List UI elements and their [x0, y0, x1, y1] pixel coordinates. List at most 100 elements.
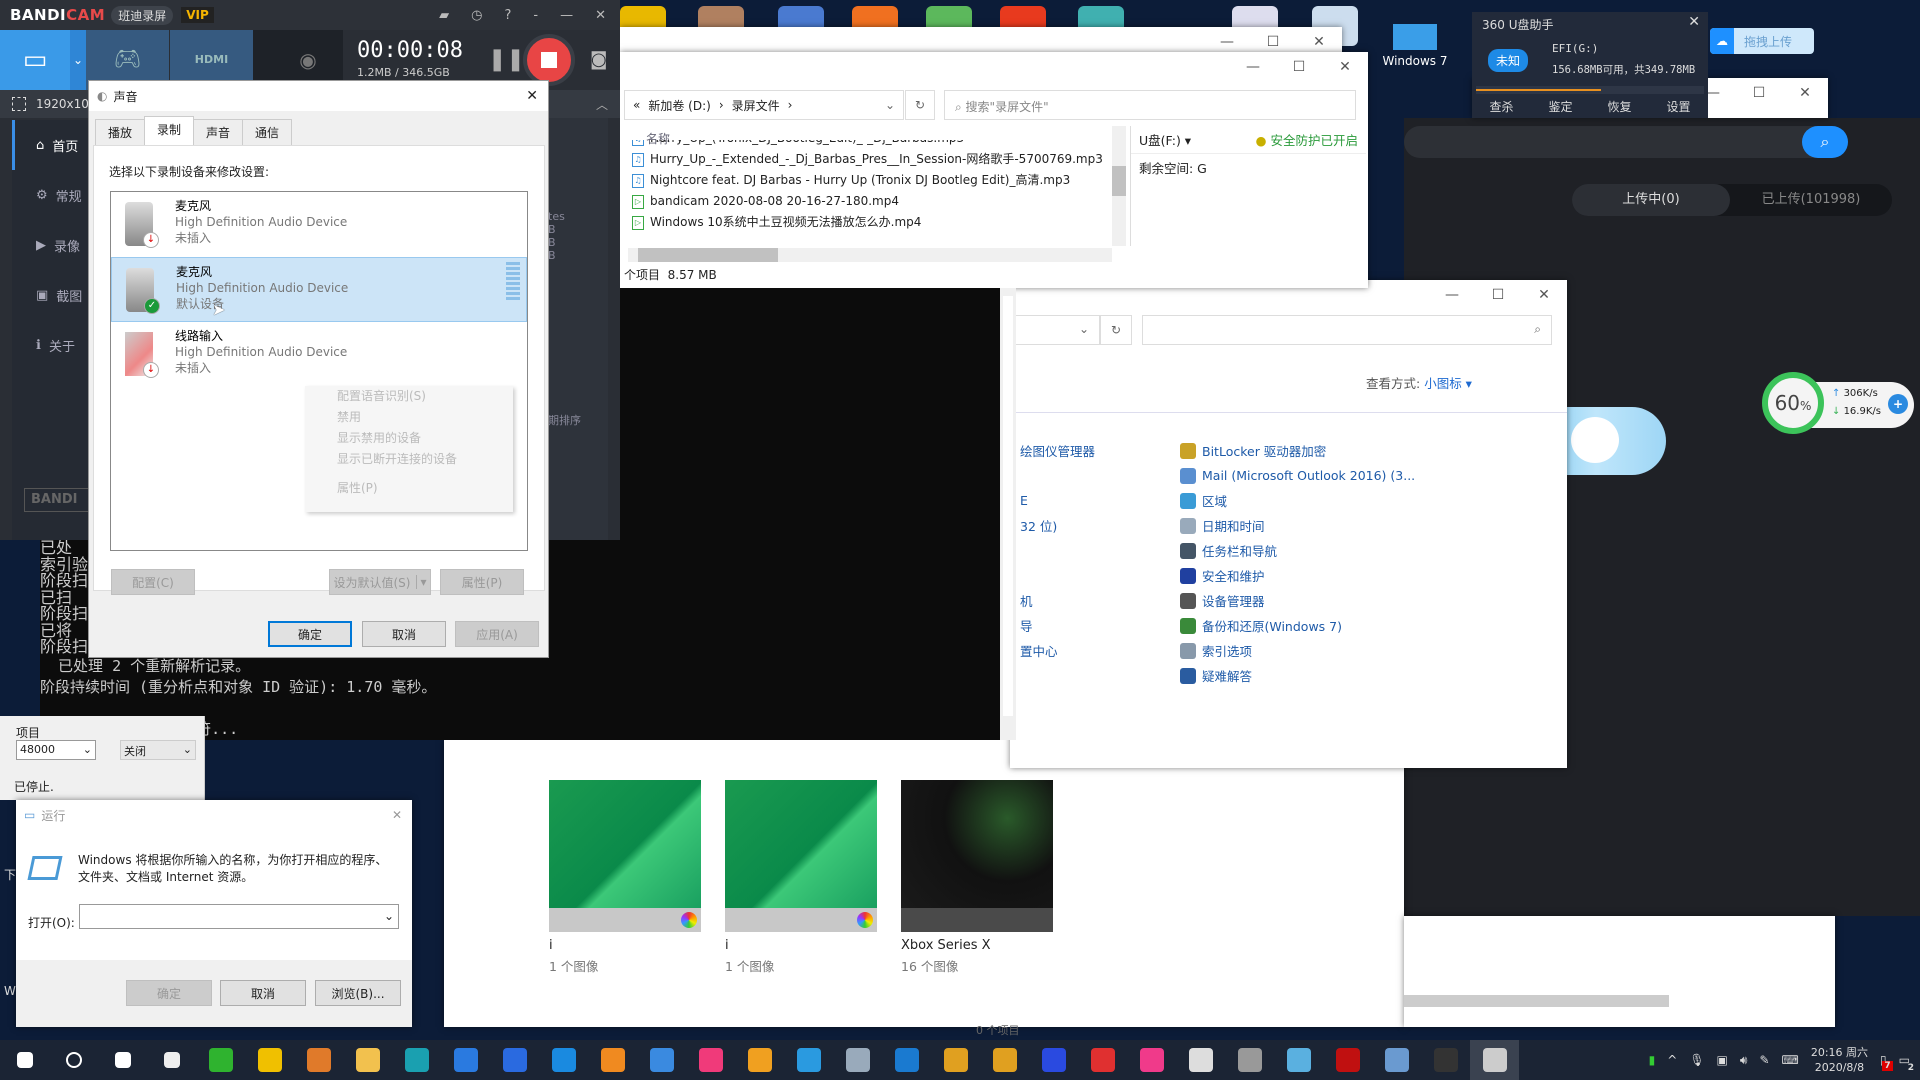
taskbar-app-yk[interactable]	[735, 1040, 784, 1080]
taskbar-app-cloud[interactable]	[637, 1040, 686, 1080]
explorer-search[interactable]: ⌕ 搜索"录屏文件"	[944, 90, 1356, 120]
volume-icon[interactable]: 🔊︎	[1740, 1053, 1748, 1068]
file-row[interactable]: ▷ bandicam 2020-08-08 20-16-27-180.mp4	[620, 191, 1110, 212]
control-panel-item-partial[interactable]: 导	[1020, 613, 1095, 638]
taskbar-file-explorer[interactable]	[343, 1040, 392, 1080]
file-row[interactable]: ♫ Hurry_Up_(Tronix_DJ_Bootleg_Edit)_-_Dj_…	[620, 140, 1110, 149]
speed-widget[interactable]: 60% ↑ 306K/s ↓ 16.9K/s +	[1762, 372, 1914, 434]
plus-icon[interactable]: +	[1888, 394, 1908, 414]
close-button[interactable]: ✕	[1521, 280, 1567, 310]
control-panel-item-partial[interactable]	[1020, 463, 1095, 488]
control-panel-item[interactable]: 索引选项	[1180, 638, 1415, 663]
file-row[interactable]: ♫ Hurry_Up_-_Extended_-_Dj_Barbas_Pres__I…	[620, 149, 1110, 170]
refresh-button[interactable]: ↻	[1100, 315, 1132, 345]
scrollbar[interactable]	[1404, 995, 1669, 1007]
taskbar-app-q[interactable]	[441, 1040, 490, 1080]
view-by-dropdown[interactable]: 小图标 ▾	[1424, 376, 1472, 391]
breadcrumb[interactable]: «新加卷 (D:) › 录屏文件 › ⌄	[624, 90, 904, 120]
clock-icon[interactable]: ◷	[471, 8, 482, 23]
browse-button[interactable]: 浏览(B)...	[315, 980, 401, 1006]
tray-expand-icon[interactable]: ^	[1667, 1053, 1677, 1067]
control-panel-item[interactable]: 安全和维护	[1180, 563, 1415, 588]
stop-record-button[interactable]	[523, 34, 575, 86]
ok-button[interactable]: 确定	[268, 621, 352, 647]
netdisk-drag-upload[interactable]: ☁ 拖拽上传	[1710, 28, 1814, 54]
context-menu-item[interactable]: 配置语音识别(S)	[305, 386, 513, 407]
taskbar-app-pink2[interactable]	[1127, 1040, 1176, 1080]
taskbar-settings[interactable]	[1176, 1040, 1225, 1080]
tab-recording[interactable]: 录制	[144, 116, 195, 145]
taskbar-app-s[interactable]	[147, 1040, 196, 1080]
close-button[interactable]: ✕	[1322, 52, 1368, 82]
control-panel-item[interactable]: 设备管理器	[1180, 588, 1415, 613]
control-panel-item[interactable]: 备份和还原(Windows 7)	[1180, 613, 1415, 638]
taskbar-search[interactable]	[49, 1040, 98, 1080]
tab-sounds[interactable]: 声音	[193, 119, 244, 148]
taskbar-flash[interactable]	[1323, 1040, 1372, 1080]
screen-mode-button[interactable]: ▭	[0, 30, 70, 90]
sidebar-item-2[interactable]: ▶ 录像	[12, 220, 90, 270]
horizontal-scrollbar[interactable]	[628, 248, 1112, 262]
album-card[interactable]: i 1 个图像	[549, 780, 701, 975]
action-identify[interactable]: 鉴定	[1548, 98, 1572, 115]
taskbar-app-pink[interactable]	[686, 1040, 735, 1080]
taskbar-start[interactable]	[0, 1040, 49, 1080]
minimize-button[interactable]: —	[1429, 280, 1475, 310]
taskbar-app-tools[interactable]	[392, 1040, 441, 1080]
close-button[interactable]: ✕	[392, 808, 402, 822]
breadcrumb-drive[interactable]: 新加卷 (D:)	[648, 97, 710, 114]
taskbar-player[interactable]	[294, 1040, 343, 1080]
sidebar-item-0[interactable]: ⌂ 首页	[12, 120, 90, 170]
mode-dropdown[interactable]: ⌄	[70, 30, 86, 90]
device-item[interactable]: ↓ 麦克风 High Definition Audio Device 未插入	[111, 192, 527, 257]
screenshot-button[interactable]: ◙	[590, 30, 607, 90]
album-card[interactable]: Xbox Series X 16 个图像	[901, 780, 1053, 975]
taskbar-bandicam-rec[interactable]	[1078, 1040, 1127, 1080]
network-icon[interactable]: ▣	[1717, 1053, 1728, 1067]
tab-playback[interactable]: 播放	[95, 119, 146, 148]
context-menu-item[interactable]: 禁用	[305, 407, 513, 428]
set-default-button[interactable]: 设为默认值(S) ▾	[329, 569, 431, 595]
close-button[interactable]: ✕	[526, 88, 538, 104]
mic-icon[interactable]: 🎙︎	[1689, 1053, 1704, 1067]
control-panel-search[interactable]: ⌕	[1142, 315, 1552, 345]
open-input[interactable]: ⌄	[79, 904, 399, 929]
control-panel-item[interactable]: 疑难解答	[1180, 663, 1415, 688]
battery-icon[interactable]: ▮	[1649, 1053, 1656, 1067]
control-panel-item[interactable]: 区域	[1180, 488, 1415, 513]
sidebar-item-4[interactable]: ℹ 关于	[12, 320, 90, 370]
breadcrumb-folder[interactable]: 录屏文件	[732, 97, 780, 114]
tab-uploading[interactable]: 上传中(0)	[1572, 184, 1730, 216]
taskbar-app-frame[interactable]	[931, 1040, 980, 1080]
maximize-button[interactable]: ☐	[1475, 280, 1521, 310]
refresh-button[interactable]: ↻	[905, 90, 935, 120]
netdisk-search-input[interactable]	[1404, 126, 1844, 158]
taskbar-app-m[interactable]	[539, 1040, 588, 1080]
maximize-button[interactable]: ☐	[1736, 78, 1782, 108]
action-restore[interactable]: 恢复	[1607, 98, 1631, 115]
context-menu-item[interactable]: 属性(P)	[305, 478, 513, 499]
sample-rate-select[interactable]: 48000 ⌄	[16, 740, 96, 760]
taskbar-app-box[interactable]	[833, 1040, 882, 1080]
album-card[interactable]: i 1 个图像	[725, 780, 877, 975]
action-scan[interactable]: 查杀	[1489, 98, 1513, 115]
clock[interactable]: 20:16 周六 2020/8/8	[1811, 1045, 1868, 1075]
file-row[interactable]: ▷ Windows 10系统中土豆视频无法播放怎么办.mp4	[620, 212, 1110, 233]
taskbar-app-u[interactable]	[490, 1040, 539, 1080]
cancel-button[interactable]: 取消	[362, 621, 446, 647]
vip-badge[interactable]: VIP	[181, 7, 214, 23]
taskbar-app-active[interactable]	[1470, 1040, 1519, 1080]
taskbar-app-flame[interactable]	[1029, 1040, 1078, 1080]
taskbar-chrome[interactable]	[980, 1040, 1029, 1080]
taskbar-task-view[interactable]	[98, 1040, 147, 1080]
pen-icon[interactable]: ✎	[1759, 1053, 1769, 1067]
control-panel-item[interactable]: Mail (Microsoft Outlook 2016) (3...	[1180, 463, 1415, 488]
tab-uploaded[interactable]: 已上传(101998)	[1730, 184, 1892, 216]
close-icon[interactable]: ✕	[1688, 14, 1700, 30]
mini-button[interactable]: -	[533, 8, 538, 23]
taskbar-qq[interactable]	[245, 1040, 294, 1080]
device-item[interactable]: ✓ 麦克风 High Definition Audio Device 默认设备	[111, 257, 527, 322]
control-panel-item-partial[interactable]: 置中心	[1020, 638, 1095, 663]
taskbar-app-blue-window[interactable]	[1274, 1040, 1323, 1080]
console-scrollbar[interactable]	[1000, 288, 1016, 740]
